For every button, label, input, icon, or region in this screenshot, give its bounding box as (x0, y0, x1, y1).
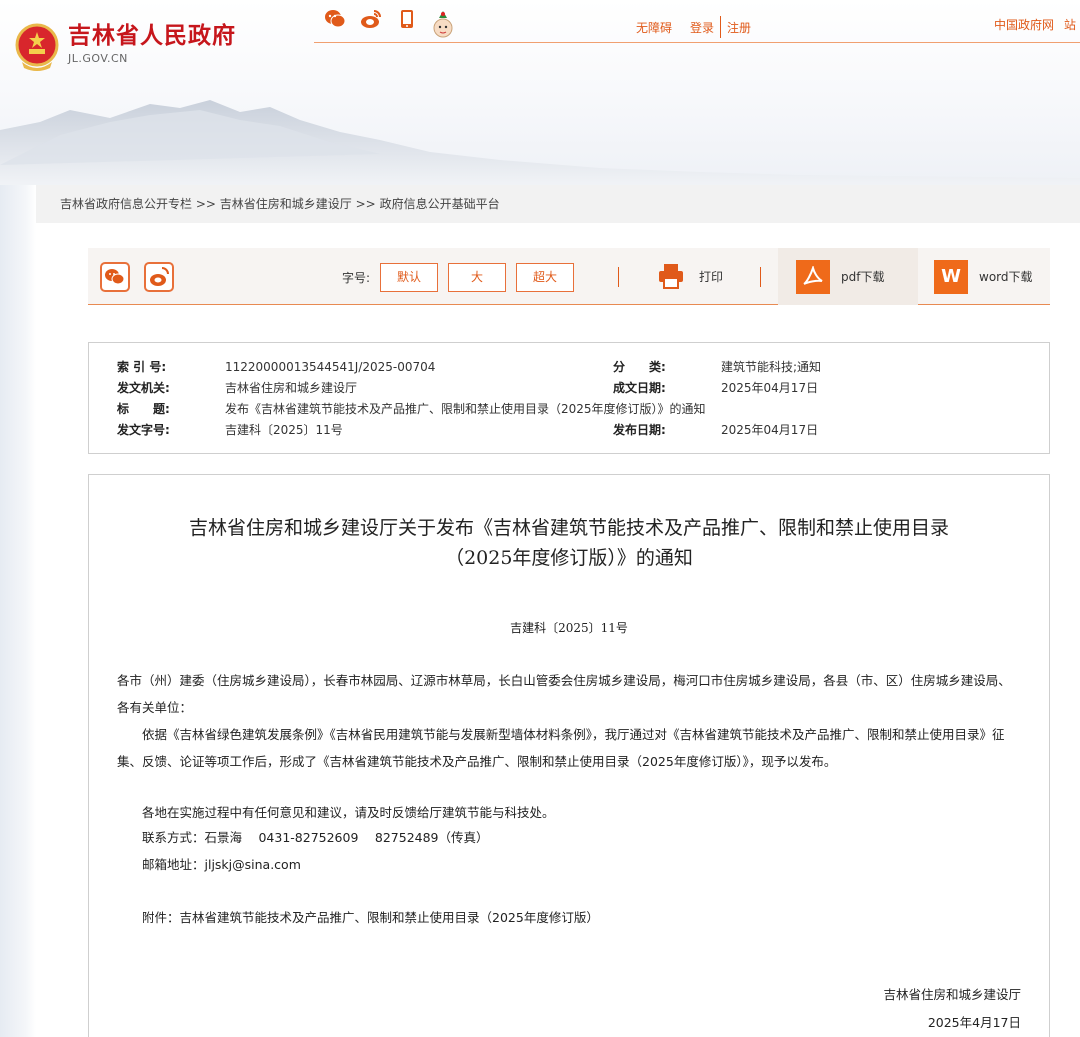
meta-row: 索 引 号: 11220000013544541J/2025-00704 分 类… (89, 357, 1049, 377)
site-domain: JL.GOV.CN (68, 52, 128, 65)
site-title: 吉林省人民政府 (68, 23, 236, 49)
breadcrumb-item-housing-dept[interactable]: 吉林省住房和城乡建设厅 (220, 197, 352, 211)
breadcrumb-separator: >> (195, 197, 216, 211)
doc-no-label: 发文字号: (117, 423, 170, 437)
body-paragraph-1: 依据《吉林省绿色建筑发展条例》《吉林省民用建筑节能与发展新型墙体材料条例》，我厅… (117, 727, 1005, 769)
word-icon: W (934, 259, 968, 294)
right-top-links: 中国政府网站 (994, 16, 1080, 33)
breadcrumb-separator: >> (355, 197, 376, 211)
weibo-icon[interactable] (360, 8, 382, 30)
written-date-value: 2025年04月17日 (721, 381, 819, 395)
title-value: 发布《吉林省建筑节能技术及产品推广、限制和禁止使用目录（2025年度修订版）》的… (225, 402, 706, 416)
title-label: 标 题: (117, 402, 170, 416)
document-content: 吉林省住房和城乡建设厅关于发布《吉林省建筑节能技术及产品推广、限制和禁止使用目录… (88, 474, 1050, 1037)
email-address: 邮箱地址：jljskj@sina.com (142, 857, 301, 872)
document-title: 吉林省住房和城乡建设厅关于发布《吉林省建筑节能技术及产品推广、限制和禁止使用目录… (89, 513, 1049, 573)
print-label: 打印 (699, 269, 724, 284)
document-title-line1: 吉林省住房和城乡建设厅关于发布《吉林省建筑节能技术及产品推广、限制和禁止使用目录 (188, 517, 949, 539)
sign-date: 2025年4月17日 (927, 1015, 1021, 1030)
print-button[interactable]: 打印 (657, 262, 723, 290)
body-paragraph-2: 各地在实施过程中有任何意见和建议，请及时反馈给厅建筑节能与科技处。 (142, 805, 555, 820)
written-date-label: 成文日期: (613, 381, 666, 395)
breadcrumb-item-platform[interactable]: 政府信息公开基础平台 (380, 197, 500, 211)
gov-cn-link[interactable]: 中国政府网 (994, 18, 1054, 32)
site-link[interactable]: 站 (1064, 18, 1076, 32)
header-banner: 吉林省人民政府 JL.GOV.CN 无障碍 登录 注册 中国政府网 站 (0, 0, 1080, 185)
share-wechat-icon[interactable] (100, 262, 130, 292)
top-bar: 无障碍 登录 注册 中国政府网站 (314, 0, 1080, 43)
publish-date-value: 2025年04月17日 (721, 423, 819, 437)
font-xlarge-button[interactable]: 超大 (516, 263, 575, 292)
meta-row: 发文字号: 吉建科〔2025〕11号 发布日期: 2025年04月17日 (89, 420, 1049, 440)
toolbar-divider (760, 267, 761, 287)
share-icons (100, 262, 174, 292)
font-default-button[interactable]: 默认 (380, 263, 439, 292)
attachment-link[interactable]: 附件：吉林省建筑节能技术及产品推广、限制和禁止使用目录（2025年度修订版） (117, 904, 1023, 931)
category-label: 分 类: (613, 360, 666, 374)
font-size-label: 字号: (342, 271, 371, 285)
font-size-switcher: 字号: 默认 大 超大 (342, 263, 584, 292)
index-no-value: 11220000013544541J/2025-00704 (225, 360, 436, 374)
article-toolbar: 字号: 默认 大 超大 打印 pdf下载 W word下载 (88, 248, 1050, 305)
index-no-label: 索 引 号: (117, 360, 167, 374)
mascot-icon[interactable] (432, 8, 454, 38)
pdf-icon (796, 259, 830, 294)
pdf-download-button[interactable]: pdf下载 (778, 248, 918, 305)
document-number: 吉建科〔2025〕11号 (510, 621, 628, 635)
document-title-line2: （2025年度修订版）》的通知 (445, 547, 693, 569)
word-download-button[interactable]: W word下载 (934, 248, 1033, 305)
top-links: 无障碍 登录 注册 (636, 16, 751, 38)
meta-row: 发文机关: 吉林省住房和城乡建设厅 成文日期: 2025年04月17日 (89, 378, 1049, 398)
share-weibo-icon[interactable] (144, 262, 174, 292)
accessibility-link[interactable]: 无障碍 (636, 19, 672, 36)
snow-mountain-background (0, 100, 1080, 185)
pdf-download-label: pdf下载 (841, 270, 885, 284)
top-link-divider (720, 16, 722, 38)
word-download-label: word下载 (979, 270, 1033, 284)
publish-date-label: 发布日期: (613, 423, 666, 437)
salutation: 各市（州）建委（住房城乡建设局），长春市林园局、辽源市林草局，长白山管委会住房城… (117, 673, 1011, 715)
left-edge-decoration (0, 185, 36, 1037)
meta-row: 标 题: 发布《吉林省建筑节能技术及产品推广、限制和禁止使用目录（2025年度修… (89, 399, 1049, 419)
issuer-label: 发文机关: (117, 381, 170, 395)
wechat-icon[interactable] (324, 8, 346, 30)
toolbar-divider (618, 267, 619, 287)
printer-icon (659, 264, 683, 289)
contact-info: 联系方式：石景海 0431-82752609 82752489（传真） (142, 830, 489, 845)
signer: 吉林省住房和城乡建设厅 (883, 987, 1021, 1002)
font-large-button[interactable]: 大 (448, 263, 507, 292)
document-metadata: 索 引 号: 11220000013544541J/2025-00704 分 类… (88, 342, 1050, 454)
category-value: 建筑节能科技;通知 (721, 360, 822, 374)
top-social-icons (324, 8, 454, 38)
issuer-value: 吉林省住房和城乡建设厅 (225, 381, 358, 395)
national-emblem-icon (15, 23, 59, 71)
mobile-icon[interactable] (396, 8, 418, 30)
breadcrumb-item-info-column[interactable]: 吉林省政府信息公开专栏 (60, 197, 192, 211)
register-link[interactable]: 注册 (727, 19, 751, 36)
doc-no-value: 吉建科〔2025〕11号 (225, 423, 343, 437)
login-link[interactable]: 登录 (690, 19, 714, 36)
breadcrumb: 吉林省政府信息公开专栏 >> 吉林省住房和城乡建设厅 >> 政府信息公开基础平台 (36, 185, 1080, 223)
site-logo[interactable]: 吉林省人民政府 JL.GOV.CN (14, 22, 236, 72)
